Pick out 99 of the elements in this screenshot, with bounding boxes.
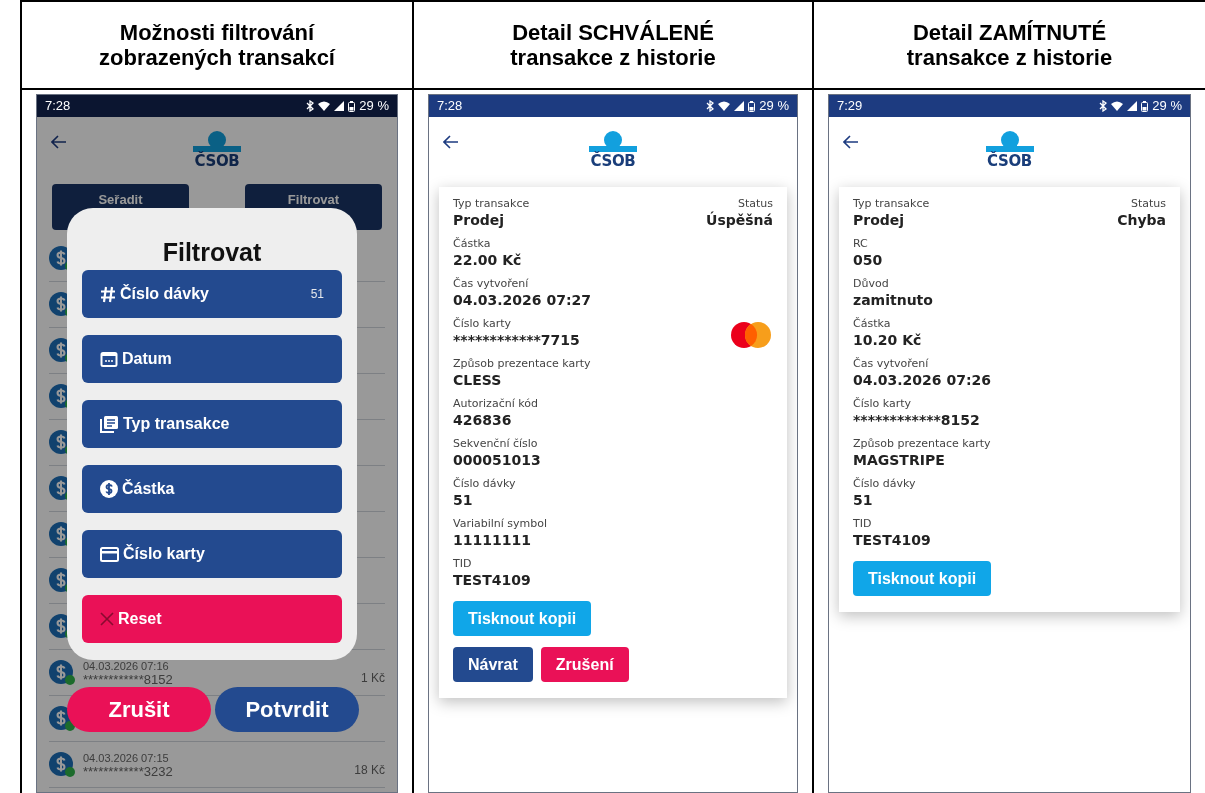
back-button[interactable] [443, 135, 459, 149]
field-value: CLESS [453, 371, 503, 389]
field-label: TID [453, 557, 473, 571]
column-heading: Možnosti filtrování zobrazených transakcí [98, 20, 337, 70]
bank-logo: ČSOB [193, 131, 241, 169]
field-label: Typ transakce [853, 197, 930, 211]
wifi-icon [1111, 101, 1124, 111]
field-value: TEST4109 [453, 571, 531, 589]
back-arrow-icon [51, 135, 67, 149]
field-value: TEST4109 [853, 531, 931, 549]
field-label: Autorizační kód [453, 397, 538, 411]
dialog-title: Filtrovat [162, 237, 262, 268]
battery-percent: 29 % [1152, 97, 1182, 116]
filter-option[interactable]: Číslo dávky 51 [82, 270, 342, 318]
signal-icon [734, 101, 745, 111]
filter-option[interactable]: Číslo karty [82, 530, 342, 578]
field-label: Číslo dávky [853, 477, 916, 491]
logo-mark-icon [985, 131, 1034, 153]
logo-mark-icon [589, 131, 637, 153]
field-label: Způsob prezentace karty [853, 437, 991, 451]
field-value: 22.00 Kč [453, 251, 522, 269]
card-number: ************8152 [83, 672, 173, 687]
filter-option[interactable]: Datum [82, 335, 342, 383]
status-value: Úspěšná [706, 211, 773, 229]
field-label: TID [853, 517, 873, 531]
field-label: RC [853, 237, 869, 251]
credit-card-icon [100, 546, 119, 562]
status-value: Chyba [1117, 211, 1166, 229]
field-value: ************7715 [453, 331, 580, 349]
field-label: Čas vytvoření [853, 357, 930, 371]
battery-icon [748, 100, 756, 112]
field-value: 426836 [453, 411, 513, 429]
field-value: 11111111 [453, 531, 532, 549]
wifi-icon [718, 101, 731, 111]
field-value: ************8152 [853, 411, 980, 429]
transaction-icon [49, 659, 75, 686]
bluetooth-icon [706, 100, 715, 112]
status-label: Status [1130, 197, 1166, 211]
field-label: Důvod [853, 277, 890, 291]
clock-time: 7:28 [437, 97, 463, 116]
transaction-date: 04.03.2026 07:15 [83, 750, 170, 765]
field-value: zamitnuto [853, 291, 933, 309]
field-value: Prodej [453, 211, 506, 229]
bluetooth-icon [306, 100, 315, 112]
field-value: 10.20 Kč [853, 331, 922, 349]
filter-option[interactable]: Částka [82, 465, 342, 513]
bank-logo: ČSOB [589, 131, 637, 169]
field-value: 04.03.2026 07:26 [853, 371, 991, 389]
dollar-coin-icon [100, 480, 118, 498]
battery-percent: 29 % [359, 97, 389, 116]
field-label: Částka [853, 317, 892, 331]
signal-icon [334, 101, 345, 111]
status-label: Status [737, 197, 773, 211]
column-heading: Detail ZAMÍTNUTÉ transakce z historie [905, 20, 1114, 70]
calendar-icon [100, 350, 118, 368]
bank-logo: ČSOB [985, 131, 1034, 169]
wifi-icon [318, 101, 331, 111]
bluetooth-icon [1099, 100, 1108, 112]
field-label: Částka [453, 237, 492, 251]
battery-percent: 29 % [759, 97, 789, 116]
clock-time: 7:28 [45, 97, 71, 116]
transaction-icon [49, 751, 75, 778]
field-label: Sekvenční číslo [453, 437, 539, 451]
column-heading: Detail SCHVÁLENÉ transakce z historie [509, 20, 717, 70]
field-value: Prodej [853, 211, 906, 229]
return-button[interactable]: Návrat [453, 647, 533, 682]
field-value: 51 [453, 491, 474, 509]
logo-mark-icon [193, 131, 241, 153]
transaction-date: 04.03.2026 07:16 [83, 658, 170, 673]
transaction-amount: 18 Kč [354, 761, 385, 779]
field-label: Číslo karty [453, 317, 512, 331]
field-label: Typ transakce [453, 197, 530, 211]
back-arrow-icon [443, 135, 459, 149]
card-number: ************3232 [83, 764, 173, 779]
back-arrow-icon [843, 135, 859, 149]
field-label: Čas vytvoření [453, 277, 530, 291]
confirm-button[interactable]: Potvrdit [215, 687, 359, 732]
field-label: Variabilní symbol [453, 517, 548, 531]
back-button[interactable] [843, 135, 859, 149]
battery-icon [1141, 100, 1149, 112]
field-value: MAGSTRIPE [853, 451, 946, 469]
cancel-button[interactable]: Zrušení [540, 647, 629, 682]
cancel-button[interactable]: Zrušit [67, 687, 211, 732]
signal-icon [1127, 101, 1138, 111]
document-stack-icon [100, 415, 119, 433]
transaction-amount: 1 Kč [361, 669, 385, 687]
field-value: 51 [853, 491, 874, 509]
hash-icon [100, 285, 116, 303]
field-value: 04.03.2026 07:27 [453, 291, 591, 309]
filter-option[interactable]: Typ transakce [82, 400, 342, 448]
back-button[interactable] [51, 135, 67, 149]
field-value: 050 [853, 251, 883, 269]
close-icon [100, 612, 114, 626]
field-label: Číslo dávky [453, 477, 516, 491]
field-label: Číslo karty [853, 397, 912, 411]
field-value: 000051013 [453, 451, 541, 469]
battery-icon [348, 100, 356, 112]
clock-time: 7:29 [837, 97, 863, 116]
field-label: Způsob prezentace karty [453, 357, 591, 371]
